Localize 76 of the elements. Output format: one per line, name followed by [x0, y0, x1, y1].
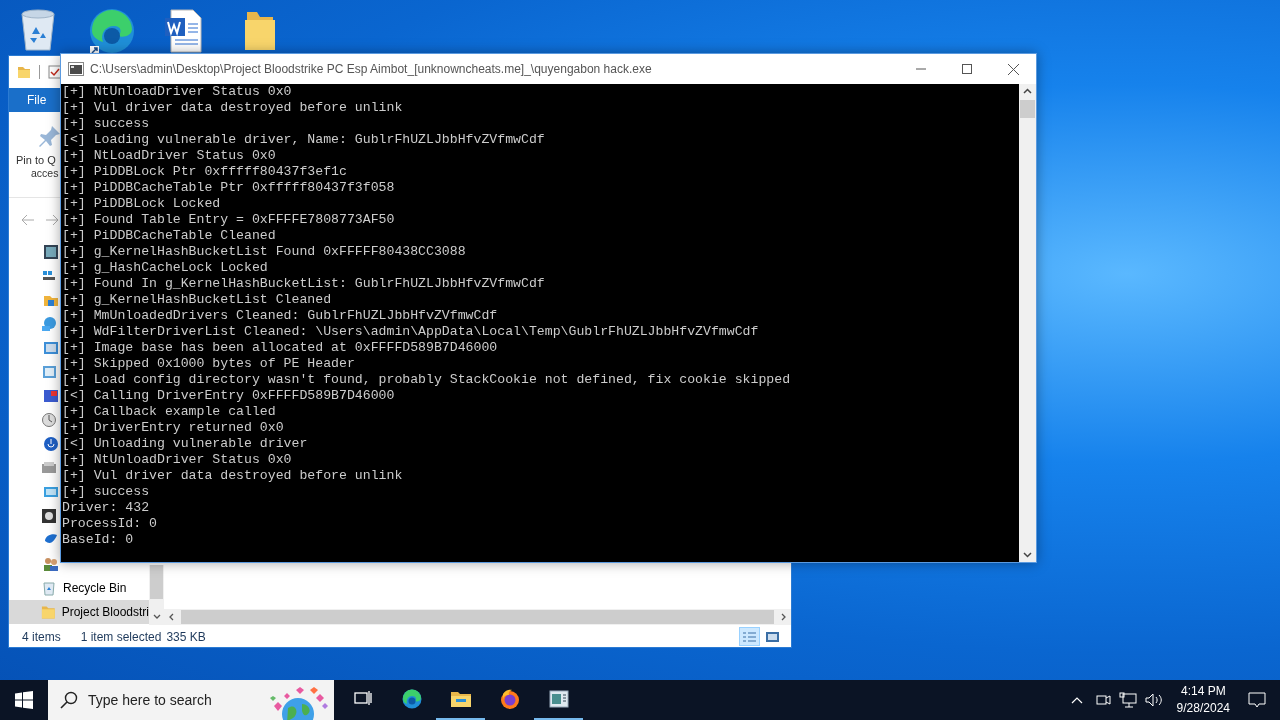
- pin-icon[interactable]: [38, 124, 62, 148]
- console-line: ProcessId: 0: [62, 516, 158, 532]
- search-field[interactable]: Type here to search: [88, 688, 258, 712]
- console-line: [+] Found In g_KernelHashBucketList: GublrFhUZLJbbHfvZVfmwCdf: [62, 276, 546, 292]
- date: 9/28/2024: [1176, 700, 1230, 717]
- scrollbar[interactable]: [1019, 84, 1036, 562]
- search-box[interactable]: Type here to search: [48, 680, 334, 720]
- console-line: [+] NtUnloadDriver Status 0x0: [62, 84, 293, 100]
- close-icon: [1007, 63, 1019, 75]
- console-line: [<] Loading vulnerable driver, Name: GublrFhUZLJbbHfvZVfmwCdf: [62, 132, 546, 148]
- monitor-icon[interactable]: [43, 244, 59, 260]
- console-line: [+] g_KernelHashBucketList Found 0xFFFFF80438CC3088: [62, 244, 467, 260]
- forward-arrow-icon[interactable]: [45, 214, 59, 226]
- pin-label: Pin to Q: [16, 154, 56, 167]
- recycle-bin-icon: [41, 580, 57, 596]
- console-line: [+] Vul driver data destroyed before unlink: [62, 468, 404, 484]
- console-line: [<] Unloading vulnerable driver: [62, 436, 309, 452]
- left-chevron-icon[interactable]: [167, 612, 175, 622]
- notification-icon[interactable]: [1248, 691, 1266, 709]
- console-line: [+] PiDDBCacheTable Cleaned: [62, 228, 277, 244]
- console-line: [+] Skipped 0x1000 bytes of PE Header: [62, 356, 356, 372]
- file-tab[interactable]: File: [9, 88, 65, 112]
- app-icon[interactable]: [43, 388, 59, 404]
- console-line: [+] success: [62, 484, 151, 500]
- console-line: [+] NtLoadDriver Status 0x0: [62, 148, 277, 164]
- selection-info: 1 item selected: [80, 628, 162, 646]
- clock-icon[interactable]: [41, 412, 57, 428]
- nav-item[interactable]: Recycle Bin: [9, 576, 149, 600]
- windows-logo-icon: [15, 691, 33, 709]
- window-title: C:\Users\admin\Desktop\Project Bloodstrike PC Esp Aimbot_[unknowncheats.me]_\quyengabon hack.exe: [90, 61, 652, 78]
- console-line: [+] Image base has been allocated at 0xFFFFD589B7D46000: [62, 340, 499, 356]
- console-line: Driver: 432: [62, 500, 151, 516]
- console-line: [+] MmUnloadedDrivers Cleaned: GublrFhUZLJbbHfvZVfmwCdf: [62, 308, 499, 324]
- console-line: [+] NtUnloadDriver Status 0x0: [62, 452, 293, 468]
- console-line: BaseId: 0: [62, 532, 135, 548]
- clock[interactable]: 4:14 PM 9/28/2024: [1176, 683, 1230, 717]
- console-line: [+] g_KernelHashBucketList Cleaned: [62, 292, 333, 308]
- console-line: [+] PiDDBLock Locked: [62, 196, 222, 212]
- scrollbar-thumb[interactable]: [150, 565, 163, 599]
- time: 4:14 PM: [1180, 683, 1226, 700]
- folder-icon: [17, 65, 31, 79]
- chevron-up-icon[interactable]: [1070, 696, 1083, 704]
- edge-icon: [400, 688, 423, 710]
- volume-icon[interactable]: [1144, 692, 1163, 708]
- console-line: [+] PiDDBCacheTable Ptr 0xfffff80437f3f058: [62, 180, 396, 196]
- scrollbar[interactable]: [149, 565, 164, 625]
- console-line: [+] Callback example called: [62, 404, 277, 420]
- console-line: [+] success: [62, 116, 151, 132]
- search-icon: [60, 691, 78, 709]
- console-line: [+] Vul driver data destroyed before unlink: [62, 100, 404, 116]
- recycle-bin-icon: [18, 8, 58, 52]
- console-icon: [547, 688, 570, 710]
- right-chevron-icon[interactable]: [780, 612, 788, 622]
- console-line: [+] PiDDBLock Ptr 0xfffff80437f3ef1c: [62, 164, 348, 180]
- console-line: [<] Calling DriverEntry 0xFFFFD589B7D46000: [62, 388, 396, 404]
- users-icon[interactable]: [43, 556, 59, 572]
- printer-icon[interactable]: [41, 460, 57, 476]
- console-line: [+] DriverEntry returned 0x0: [62, 420, 285, 436]
- window-icon[interactable]: [43, 340, 59, 356]
- console-line: [+] WdFilterDriverList Cleaned: \Users\admin\AppData\Local\Temp\GublrFhUZLJbbHfvZVfmwCdf: [62, 324, 760, 340]
- pin-label: acces: [31, 167, 59, 180]
- firefox-icon: [498, 688, 521, 710]
- console-line: [+] Load config directory wasn't found, probably StackCookie not defined, fix cookie skipped: [62, 372, 792, 388]
- console-icon: [68, 62, 84, 76]
- folder-icon: [41, 604, 56, 620]
- down-chevron-icon[interactable]: [151, 613, 162, 621]
- maximize-icon: [962, 64, 972, 74]
- item-count: 4 items: [22, 628, 61, 646]
- display-icon[interactable]: [43, 484, 59, 500]
- nav-item[interactable]: Project Bloodstri: [9, 600, 149, 624]
- horizontal-scrollbar[interactable]: [164, 609, 791, 625]
- console-line: [+] Found Table Entry = 0xFFFFE7808773AF50: [62, 212, 396, 228]
- console-line: [+] g_HashCacheLock Locked: [62, 260, 269, 276]
- scrollbar-thumb[interactable]: [1020, 100, 1035, 118]
- file-size: 335 KB: [166, 628, 206, 646]
- window-icon[interactable]: [41, 364, 57, 380]
